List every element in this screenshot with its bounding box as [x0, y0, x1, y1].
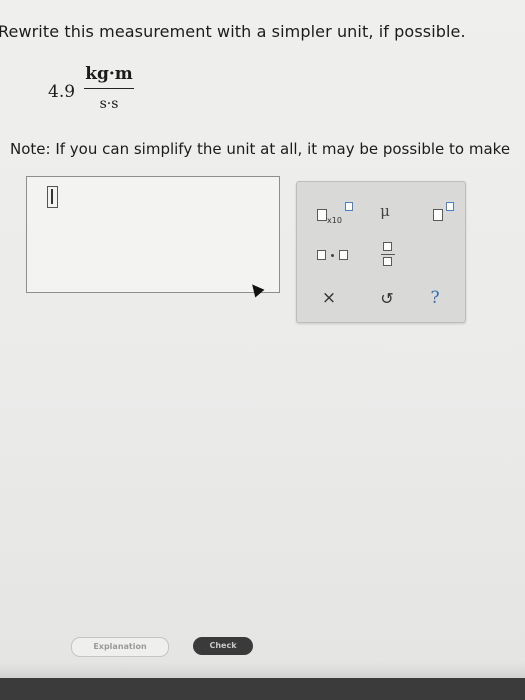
unit-fraction: kg·m s·s — [84, 64, 134, 113]
unit-numerator: kg·m — [85, 64, 133, 84]
exponent-box-icon — [345, 202, 353, 211]
question-prompt: Rewrite this measurement with a simpler … — [0, 22, 466, 41]
unit-denominator: s·s — [99, 96, 119, 112]
exponent-button[interactable] — [429, 200, 461, 226]
dot-icon — [331, 254, 334, 257]
numerator-box-icon — [383, 242, 392, 251]
clear-button[interactable]: × — [319, 288, 339, 310]
undo-button[interactable]: ↺ — [377, 289, 397, 311]
bottom-bar — [0, 678, 525, 700]
right-box-icon — [339, 250, 348, 260]
base-box-icon — [433, 209, 443, 221]
left-box-icon — [317, 250, 326, 260]
math-palette: x10 μ × ↺ ? — [296, 181, 466, 323]
x10-label: x10 — [327, 216, 342, 225]
input-cursor-box — [47, 186, 58, 208]
measurement-value: 4.9 — [48, 82, 76, 102]
note-text: Note: If you can simplify the unit at al… — [10, 140, 511, 158]
explanation-button[interactable]: Explanation — [71, 637, 169, 657]
micro-symbol-button[interactable]: μ — [375, 202, 395, 224]
denominator-box-icon — [383, 257, 392, 266]
fraction-bar — [84, 88, 134, 89]
fraction-button[interactable] — [379, 240, 399, 270]
scientific-notation-button[interactable]: x10 — [315, 200, 359, 226]
fraction-line-icon — [381, 254, 395, 256]
bottom-shadow — [0, 662, 525, 678]
superscript-box-icon — [446, 202, 454, 211]
check-button[interactable]: Check — [193, 637, 253, 655]
base-box-icon — [317, 209, 327, 221]
answer-input[interactable] — [26, 176, 280, 293]
multiply-dot-button[interactable] — [315, 244, 355, 266]
help-button[interactable]: ? — [425, 288, 445, 310]
